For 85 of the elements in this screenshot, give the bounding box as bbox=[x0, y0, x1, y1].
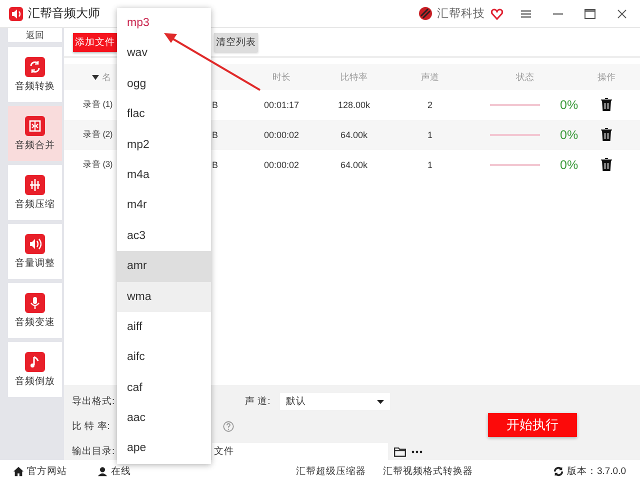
table-cell: 2 bbox=[427, 100, 432, 110]
column-header: 时长 bbox=[272, 72, 290, 82]
version-text: 版本：3.7.0.0 bbox=[566, 464, 626, 478]
trash-icon[interactable] bbox=[601, 98, 612, 110]
microphone-icon bbox=[25, 292, 45, 312]
heart-badge-icon bbox=[491, 8, 503, 20]
link-text: 在线 bbox=[111, 464, 131, 478]
table-cell: 00:00:02 bbox=[264, 160, 300, 170]
channel-select[interactable]: 默认 bbox=[280, 393, 390, 410]
add-file-button[interactable]: 添加文件 bbox=[73, 32, 117, 52]
menu-option[interactable]: ape bbox=[117, 433, 211, 464]
sidebar-item[interactable]: 音频合并 bbox=[8, 106, 62, 161]
progress-percent: 0% bbox=[560, 158, 578, 172]
brand-name: 汇帮科技 bbox=[437, 6, 485, 21]
start-button[interactable]: 开始执行 bbox=[488, 412, 577, 436]
table-cell: 录音 (3) bbox=[83, 159, 113, 169]
waveform-icon bbox=[25, 174, 45, 194]
sidebar-item[interactable]: 音量调整 bbox=[8, 224, 62, 279]
table-cell: 128.00k bbox=[338, 100, 370, 110]
menu-option[interactable]: m4r bbox=[117, 190, 211, 221]
sidebar-item[interactable]: 音频变速 bbox=[8, 283, 62, 338]
back-button[interactable]: 返回 bbox=[8, 28, 62, 42]
table-cell: 录音 (2) bbox=[83, 129, 113, 139]
trash-icon[interactable] bbox=[601, 158, 612, 170]
clear-list-button[interactable]: 清空列表 bbox=[214, 32, 258, 52]
table-cell: 00:01:17 bbox=[264, 100, 300, 110]
folder-icon[interactable] bbox=[394, 446, 406, 456]
brand-logo-icon bbox=[418, 6, 433, 21]
menu-option[interactable]: amr bbox=[117, 251, 211, 282]
refresh-icon bbox=[552, 466, 564, 476]
table-cell: 64.00k bbox=[340, 130, 368, 140]
progress-percent: 0% bbox=[560, 128, 578, 142]
trash-icon[interactable] bbox=[601, 128, 612, 140]
help-icon bbox=[223, 421, 234, 432]
close-icon[interactable] bbox=[616, 8, 628, 20]
menu-option[interactable]: aac bbox=[117, 403, 211, 434]
table-cell: B bbox=[212, 130, 218, 140]
more-icon[interactable] bbox=[411, 450, 423, 454]
output-folder-field[interactable]: 文件 bbox=[212, 442, 388, 460]
column-header: 状态 bbox=[516, 72, 534, 82]
menu-icon[interactable] bbox=[520, 8, 532, 20]
table-cell: 64.00k bbox=[340, 160, 368, 170]
convert-icon bbox=[25, 56, 45, 76]
column-header: 比特率 bbox=[340, 72, 368, 82]
column-header: 操作 bbox=[598, 72, 616, 82]
footer-link[interactable]: 在线 bbox=[97, 464, 131, 478]
menu-option[interactable]: ogg bbox=[117, 68, 211, 100]
app-title: 汇帮音频大师 bbox=[28, 5, 100, 22]
footer-link[interactable]: 官方网站 bbox=[13, 464, 67, 478]
table-cell: 00:00:02 bbox=[264, 130, 300, 140]
table-cell: 录音 (1) bbox=[83, 99, 113, 109]
table-cell: B bbox=[212, 160, 218, 170]
merge-icon bbox=[25, 116, 45, 136]
music-note-icon bbox=[25, 352, 45, 372]
menu-option[interactable]: mp2 bbox=[117, 130, 211, 160]
speaker-icon bbox=[25, 234, 45, 254]
field-label: 声 道: bbox=[245, 395, 272, 408]
menu-option[interactable]: caf bbox=[117, 372, 211, 404]
column-header: 声道 bbox=[421, 72, 439, 82]
menu-option[interactable]: aiff bbox=[117, 312, 211, 342]
menu-option[interactable]: mp3 bbox=[117, 8, 211, 38]
dropdown-caret-icon bbox=[377, 400, 384, 404]
sort-icon bbox=[92, 74, 99, 80]
field-label: 比 特 率: bbox=[72, 420, 111, 433]
sidebar-item[interactable]: 音频压缩 bbox=[8, 165, 62, 220]
menu-option[interactable]: wma bbox=[117, 282, 211, 312]
footer-link[interactable]: 汇帮超级压缩器 bbox=[296, 464, 366, 478]
person-icon bbox=[97, 466, 108, 476]
footer-link[interactable]: 汇帮视频格式转换器 bbox=[383, 464, 473, 478]
menu-option[interactable]: flac bbox=[117, 99, 211, 130]
menu-option[interactable]: ac3 bbox=[117, 220, 211, 252]
maximize-icon[interactable] bbox=[584, 8, 596, 20]
progress-percent: 0% bbox=[560, 98, 578, 112]
field-label: 导出格式: bbox=[72, 395, 116, 408]
table-cell: B bbox=[212, 100, 218, 110]
app-logo-icon bbox=[9, 6, 23, 20]
table-cell: 1 bbox=[427, 160, 432, 170]
table-cell: 1 bbox=[427, 130, 432, 140]
home-icon bbox=[13, 466, 24, 476]
sidebar-item[interactable]: 音频倒放 bbox=[8, 342, 62, 397]
menu-option[interactable]: aifc bbox=[117, 342, 211, 373]
menu-option[interactable]: m4a bbox=[117, 160, 211, 190]
link-text: 官方网站 bbox=[27, 464, 67, 478]
sidebar-item[interactable]: 音频转换 bbox=[8, 47, 62, 102]
menu-option[interactable]: wav bbox=[117, 38, 211, 69]
